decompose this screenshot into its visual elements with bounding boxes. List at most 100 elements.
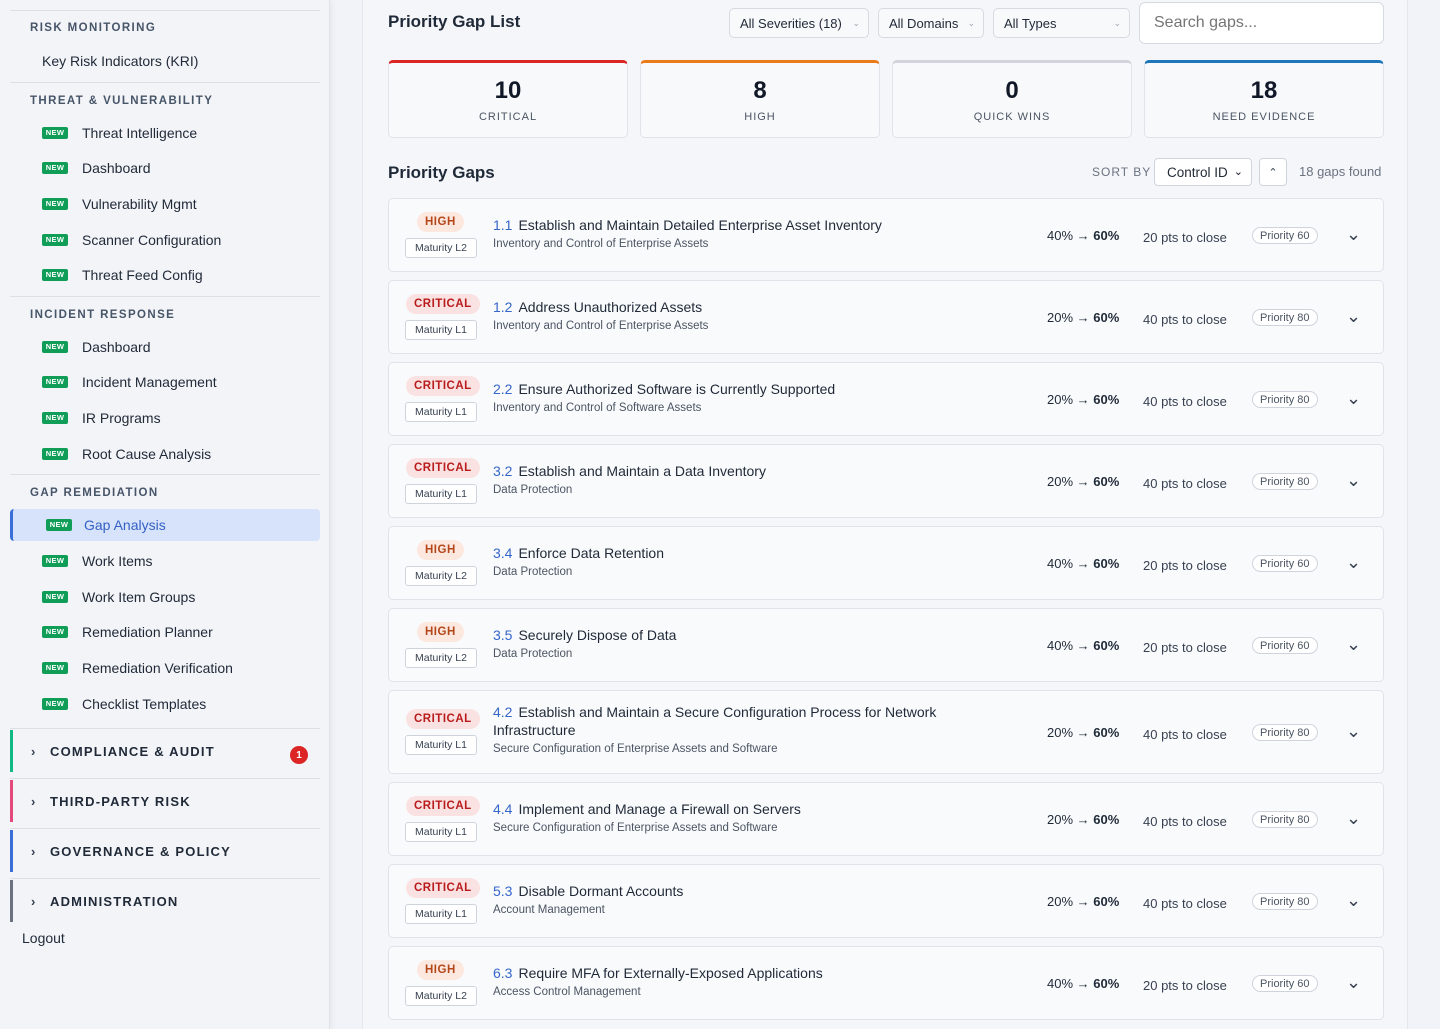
chevron-down-icon[interactable]: ⌄: [1346, 890, 1361, 911]
sidebar-group-toggle[interactable]: › GOVERNANCE & POLICY: [10, 830, 320, 872]
gap-row[interactable]: CRITICAL Maturity L1 1.2 Address Unauthoriz…: [388, 280, 1384, 354]
points-to-close: 40 pts to close: [1143, 896, 1227, 911]
arrow-right-icon: →: [1073, 894, 1094, 909]
gap-row[interactable]: HIGH Maturity L2 1.1 Establish and Maintain…: [388, 198, 1384, 272]
new-badge: NEW: [42, 127, 68, 139]
chevron-down-icon[interactable]: ⌄: [1346, 224, 1361, 245]
priority-badge: Priority 80: [1252, 724, 1318, 741]
sidebar-group-toggle[interactable]: › COMPLIANCE & AUDIT 1: [10, 730, 320, 772]
points-to-close: 40 pts to close: [1143, 312, 1227, 327]
gap-row[interactable]: HIGH Maturity L2 6.3 Require MFA for Extern…: [388, 946, 1384, 1020]
sidebar-group-label: GOVERNANCE & POLICY: [50, 843, 231, 859]
sidebar-divider: [10, 10, 320, 11]
gap-row[interactable]: CRITICAL Maturity L1 4.2 Establish and Main…: [388, 690, 1384, 774]
target-maturity: 60%: [1093, 392, 1120, 407]
sidebar-item[interactable]: NEW Dashboard: [10, 331, 320, 363]
sidebar-item[interactable]: Key Risk Indicators (KRI): [10, 45, 320, 77]
gap-row[interactable]: CRITICAL Maturity L1 2.2 Ensure Authorized …: [388, 362, 1384, 436]
type-filter[interactable]: All Types ⌄: [993, 8, 1130, 38]
stat-card[interactable]: 8 HIGH: [640, 60, 880, 138]
maturity-progress: 40% → 60%: [1047, 638, 1119, 653]
gap-title: 3.2 Establish and Maintain a Data Invento…: [493, 462, 993, 480]
points-to-close: 40 pts to close: [1143, 814, 1227, 829]
sort-direction-button[interactable]: ⌃: [1259, 158, 1287, 186]
gap-row[interactable]: CRITICAL Maturity L1 3.2 Establish and Main…: [388, 444, 1384, 518]
arrow-right-icon: →: [1073, 474, 1094, 489]
chevron-down-icon[interactable]: ⌄: [1346, 552, 1361, 573]
sidebar-divider: [10, 728, 320, 729]
gap-title-text: Establish and Maintain a Data Inventory: [518, 463, 766, 479]
chevron-down-icon[interactable]: ⌄: [1346, 634, 1361, 655]
chevron-down-icon: ⌄: [1113, 18, 1121, 28]
sidebar-group-toggle[interactable]: › ADMINISTRATION: [10, 880, 320, 922]
sidebar-item-label: Dashboard: [82, 339, 151, 355]
gap-row[interactable]: HIGH Maturity L2 3.4 Enforce Data Retention…: [388, 526, 1384, 600]
sidebar-item[interactable]: NEW Threat Intelligence: [10, 117, 320, 149]
maturity-progress: 20% → 60%: [1047, 812, 1119, 827]
severity-badge: CRITICAL: [406, 376, 480, 396]
sidebar-item[interactable]: NEW Root Cause Analysis: [10, 438, 320, 470]
sidebar-item-label: Incident Management: [82, 374, 217, 390]
sidebar-item[interactable]: NEW Scanner Configuration: [10, 224, 320, 256]
target-maturity: 60%: [1093, 894, 1120, 909]
search-input[interactable]: [1139, 2, 1384, 44]
chevron-down-icon[interactable]: ⌄: [1346, 972, 1361, 993]
chevron-down-icon[interactable]: ⌄: [1346, 721, 1361, 742]
maturity-badge: Maturity L1: [405, 822, 477, 842]
current-maturity: 40%: [1047, 228, 1074, 243]
current-maturity: 40%: [1047, 976, 1074, 991]
sort-label: SORT BY: [1092, 165, 1152, 179]
gap-row[interactable]: CRITICAL Maturity L1 5.3 Disable Dormant Ac…: [388, 864, 1384, 938]
priority-badge: Priority 80: [1252, 811, 1318, 828]
domain-filter[interactable]: All Domains ⌄: [878, 8, 984, 38]
severity-badge: HIGH: [417, 540, 464, 560]
maturity-badge: Maturity L1: [405, 904, 477, 924]
gap-title: 4.2 Establish and Maintain a Secure Confi…: [493, 703, 993, 739]
sidebar-group-toggle[interactable]: › THIRD-PARTY RISK: [10, 780, 320, 822]
sidebar-item[interactable]: NEW Dashboard: [10, 152, 320, 184]
sidebar-item[interactable]: NEW Gap Analysis: [10, 509, 320, 541]
target-maturity: 60%: [1093, 310, 1120, 325]
chevron-up-icon: ⌃: [1268, 166, 1278, 179]
target-maturity: 60%: [1093, 556, 1120, 571]
maturity-badge: Maturity L1: [405, 484, 477, 504]
gap-title-text: Establish and Maintain a Secure Configur…: [493, 704, 937, 738]
sidebar-item-label: Gap Analysis: [84, 517, 166, 533]
sidebar-item[interactable]: NEW IR Programs: [10, 402, 320, 434]
priority-badge: Priority 80: [1252, 391, 1318, 408]
gap-title: 1.1 Establish and Maintain Detailed Enter…: [493, 216, 993, 234]
target-maturity: 60%: [1093, 638, 1120, 653]
stat-card[interactable]: 18 NEED EVIDENCE: [1144, 60, 1384, 138]
sidebar-item-label: Key Risk Indicators (KRI): [42, 53, 199, 69]
sidebar-item[interactable]: NEW Incident Management: [10, 366, 320, 398]
gap-title: 1.2 Address Unauthorized Assets: [493, 298, 993, 316]
sidebar: RISK MONITORING Key Risk Indicators (KRI)…: [0, 0, 330, 1029]
gap-row[interactable]: CRITICAL Maturity L1 4.4 Implement and Mana…: [388, 782, 1384, 856]
sidebar-item[interactable]: NEW Remediation Verification: [10, 652, 320, 684]
sidebar-item[interactable]: NEW Work Item Groups: [10, 581, 320, 613]
chevron-down-icon[interactable]: ⌄: [1346, 808, 1361, 829]
control-id: 3.2: [493, 463, 513, 479]
severity-filter[interactable]: All Severities (18) ⌄: [729, 8, 869, 38]
chevron-down-icon[interactable]: ⌄: [1346, 470, 1361, 491]
sidebar-item[interactable]: NEW Checklist Templates: [10, 688, 320, 720]
gap-title-text: Enforce Data Retention: [518, 545, 664, 561]
logout-link[interactable]: Logout: [22, 930, 65, 946]
sidebar-item[interactable]: NEW Work Items: [10, 545, 320, 577]
stat-label: CRITICAL: [478, 111, 538, 123]
stat-value: 8: [753, 77, 767, 104]
sidebar-item[interactable]: NEW Remediation Planner: [10, 616, 320, 648]
sidebar-item[interactable]: NEW Vulnerability Mgmt: [10, 188, 320, 220]
sidebar-item[interactable]: NEW Threat Feed Config: [10, 259, 320, 291]
sidebar-group-label: COMPLIANCE & AUDIT: [50, 743, 215, 759]
gap-row[interactable]: HIGH Maturity L2 3.5 Securely Dispose of Da…: [388, 608, 1384, 682]
stat-card[interactable]: 10 CRITICAL: [388, 60, 628, 138]
arrow-right-icon: →: [1073, 556, 1094, 571]
chevron-down-icon[interactable]: ⌄: [1346, 306, 1361, 327]
sort-select[interactable]: Control ID ⌄: [1154, 158, 1252, 186]
stat-card[interactable]: 0 QUICK WINS: [892, 60, 1132, 138]
chevron-down-icon[interactable]: ⌄: [1346, 388, 1361, 409]
stat-value: 18: [1250, 77, 1278, 104]
gap-domain: Data Protection: [493, 484, 573, 496]
target-maturity: 60%: [1093, 228, 1120, 243]
